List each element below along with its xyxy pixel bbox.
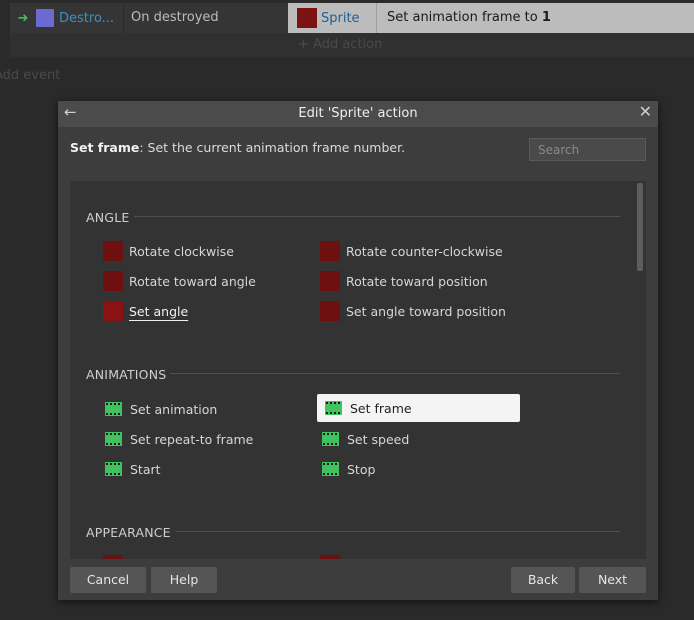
action-item-set-frame[interactable]: Set frame [317, 394, 520, 422]
event-arrow-icon: ➜ [17, 10, 29, 26]
action-item[interactable]: Rotate toward angle [97, 267, 256, 295]
action-item[interactable]: Stop [314, 455, 375, 483]
event-separator [123, 3, 124, 33]
action-object-name[interactable]: Sprite [321, 11, 379, 26]
scrollbar-thumb[interactable] [637, 183, 643, 271]
action-separator [376, 3, 377, 33]
event-object-name[interactable]: Destro... [59, 11, 117, 26]
event-row[interactable]: ➜ Destro... On destroyed Sprite Set anim… [10, 3, 694, 33]
action-item-label: Set speed [347, 431, 410, 447]
search-input[interactable] [529, 138, 646, 161]
angle-icon [320, 301, 340, 321]
action-item-set-angle[interactable]: Set angle [97, 297, 188, 325]
appearance-icon [103, 555, 123, 559]
film-icon [105, 462, 122, 476]
next-button[interactable]: Next [579, 567, 646, 593]
action-item-label: Rotate toward angle [129, 273, 256, 289]
action-item-label: Set frame [350, 400, 412, 416]
category-divider [170, 373, 620, 374]
rotate-icon [320, 241, 340, 261]
help-button[interactable]: Help [151, 567, 217, 593]
category-animations: ANIMATIONS [86, 367, 167, 382]
category-appearance: APPEARANCE [86, 525, 171, 540]
add-action-link[interactable]: + Add action [288, 33, 694, 57]
rotate-icon [320, 271, 340, 291]
action-item[interactable]: Start [97, 455, 161, 483]
appearance-icon [320, 555, 340, 559]
action-item-label: Rotate counter-clockwise [346, 243, 503, 259]
back-button[interactable]: Back [511, 567, 575, 593]
category-divider [134, 216, 620, 217]
add-event-link[interactable]: Add event [0, 68, 60, 83]
action-item-label: Set angle [129, 303, 189, 319]
angle-icon [103, 301, 123, 321]
rotate-icon [103, 271, 123, 291]
event-condition-text[interactable]: On destroyed [131, 3, 219, 33]
sprite-icon [297, 8, 317, 28]
action-item-label: Set repeat-to frame [130, 431, 254, 447]
event-condition-block[interactable]: ➜ Destro... On destroyed [10, 3, 288, 33]
action-item-label: Stop [347, 461, 376, 477]
film-icon [325, 401, 342, 415]
edit-action-dialog: ← Edit 'Sprite' action ✕ Set frame: Set … [58, 101, 658, 600]
action-item[interactable]: Rotate counter-clockwise [314, 237, 503, 265]
action-item[interactable]: Rotate toward position [314, 267, 488, 295]
action-item[interactable]: Rotate clockwise [97, 237, 234, 265]
action-item[interactable]: Set speed [314, 425, 409, 453]
event-lower-area [10, 33, 288, 57]
category-divider [176, 531, 620, 532]
film-icon [322, 462, 339, 476]
close-icon[interactable]: ✕ [639, 102, 652, 121]
description-title: Set frame [70, 140, 140, 155]
category-angle: ANGLE [86, 210, 130, 225]
film-icon [105, 402, 122, 416]
action-item[interactable]: Set angle toward position [314, 297, 506, 325]
action-item-label: Rotate toward position [346, 273, 488, 289]
action-text-prefix: Set animation frame to [387, 10, 542, 25]
action-item-label: Start [130, 461, 161, 477]
action-item[interactable]: Set animation [97, 395, 217, 423]
description-text: : Set the current animation frame number… [139, 140, 406, 155]
add-action-label: + Add action [298, 37, 383, 52]
action-block[interactable]: Sprite Set animation frame to 1 [288, 3, 694, 33]
action-text[interactable]: Set animation frame to 1 [387, 3, 551, 33]
dialog-titlebar[interactable]: ← Edit 'Sprite' action ✕ [58, 101, 658, 127]
action-item-label: Set angle toward position [346, 303, 506, 319]
object-icon [36, 9, 54, 27]
dialog-title: Edit 'Sprite' action [298, 106, 418, 121]
film-icon [105, 432, 122, 446]
film-icon [322, 432, 339, 446]
action-item-label: Set animation [130, 401, 218, 417]
action-text-value: 1 [541, 10, 551, 25]
action-description: Set frame: Set the current animation fra… [70, 140, 405, 155]
action-item-label: Rotate clockwise [129, 243, 234, 259]
cancel-button[interactable]: Cancel [70, 567, 146, 593]
action-list: ANGLE Rotate clockwise Rotate counter-cl… [70, 181, 646, 559]
rotate-icon [103, 241, 123, 261]
action-item[interactable]: Set repeat-to frame [97, 425, 253, 453]
